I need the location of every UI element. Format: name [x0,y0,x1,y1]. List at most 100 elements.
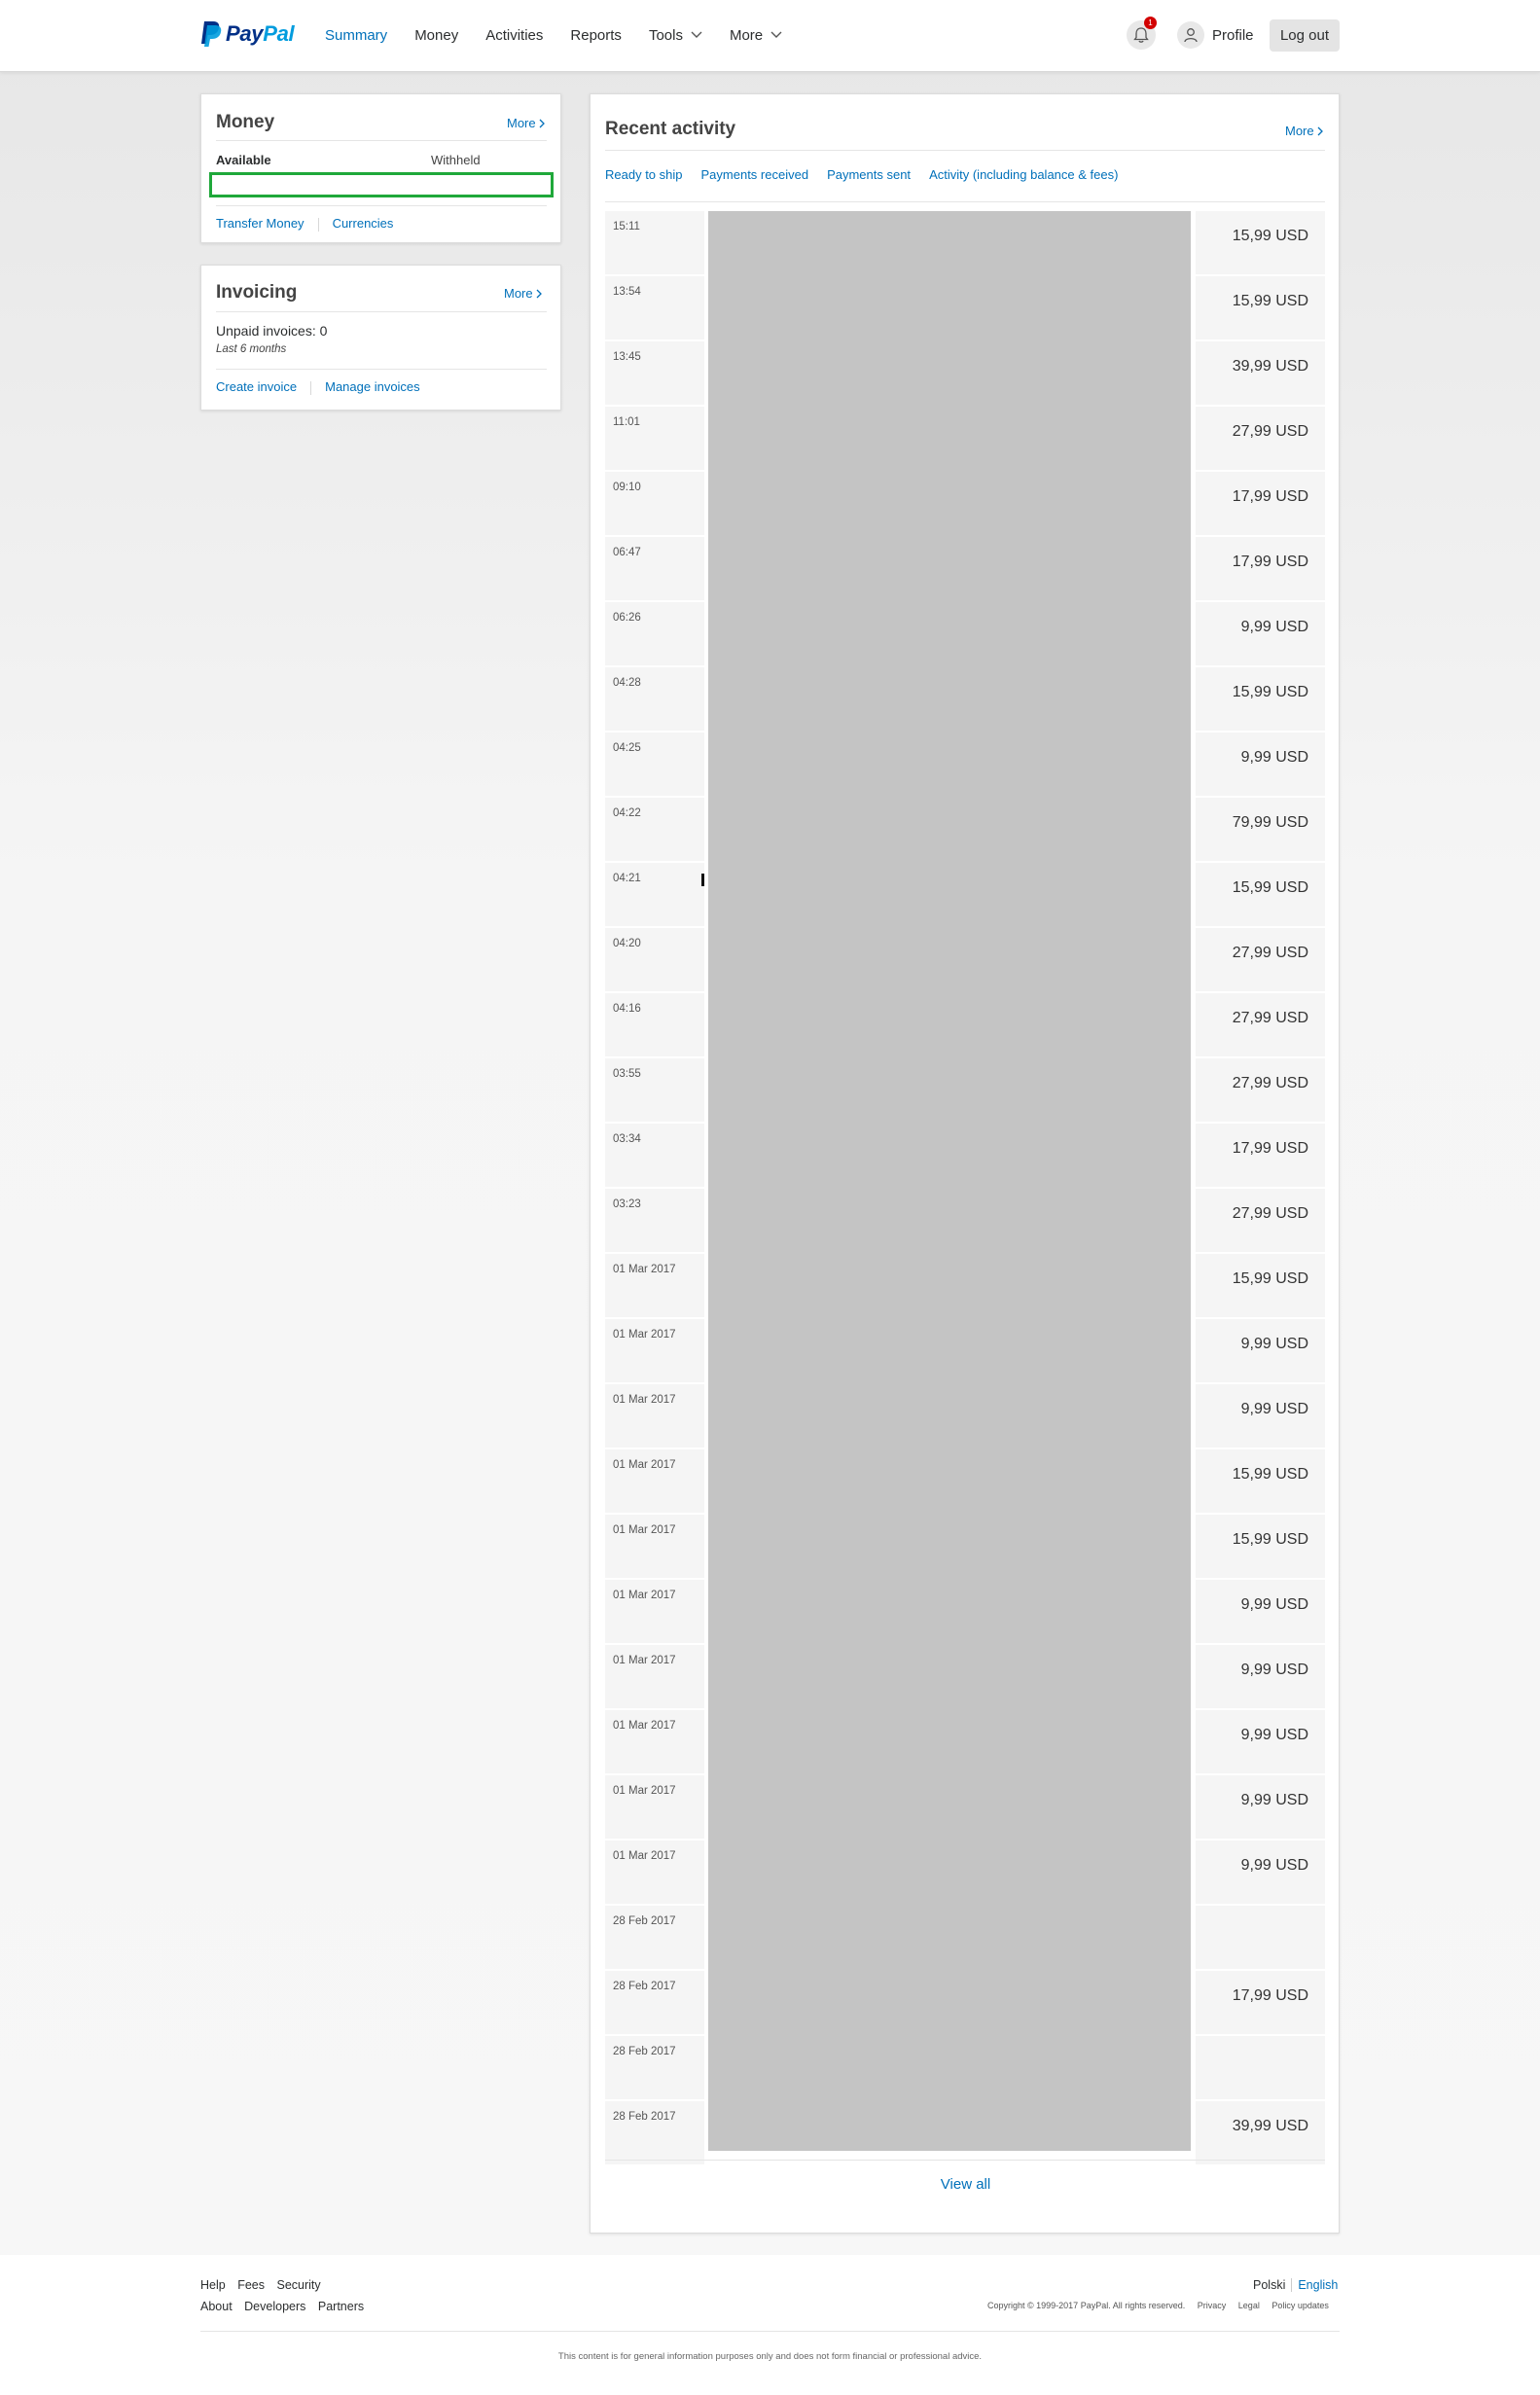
footer-developers-link[interactable]: Developers [244,2300,305,2313]
activity-date: 01 Mar 2017 [605,1580,704,1644]
activity-date: 03:55 [605,1058,704,1123]
footer-legal: Copyright © 1999-2017 PayPal. All rights… [987,2301,1339,2310]
link-separator [310,380,312,395]
activity-date: 01 Mar 2017 [605,1710,704,1774]
invoicing-more-link[interactable]: More [504,286,542,301]
profile-link[interactable]: Profile [1177,20,1254,50]
divider [216,311,547,312]
logout-button[interactable]: Log out [1270,19,1340,52]
invoicing-more-label: More [504,286,533,301]
activity-amount [1196,1906,1325,1970]
money-card: Money More Available Withheld Transfer M… [200,93,561,243]
paypal-logo[interactable]: PayPal [200,19,295,49]
chevron-right-icon [539,119,545,127]
activity-date: 04:16 [605,993,704,1057]
transfer-money-link[interactable]: Transfer Money [216,216,304,231]
notifications-button[interactable]: 1 [1127,17,1157,50]
nav-money[interactable]: Money [414,27,458,44]
chevron-down-icon [770,31,782,38]
activity-date: 03:23 [605,1189,704,1253]
activity-amount: 17,99 USD [1196,1124,1325,1188]
activity-date: 06:47 [605,537,704,601]
activity-date: 01 Mar 2017 [605,1515,704,1579]
disclaimer-text: This content is for general information … [557,2351,983,2362]
manage-invoices-link[interactable]: Manage invoices [325,379,420,394]
activity-amount: 9,99 USD [1196,1775,1325,1840]
invoicing-period: Last 6 months [216,343,287,355]
activity-date: 15:11 [605,211,704,275]
footer-help-link[interactable]: Help [200,2278,226,2292]
redacted-transaction-details [708,211,1191,2151]
chevron-right-icon [536,289,542,298]
activity-amount: 39,99 USD [1196,341,1325,406]
nav-reports[interactable]: Reports [570,27,622,44]
nav-summary[interactable]: Summary [325,27,387,44]
top-navigation-bar: PayPal Summary Money Activities Reports … [0,0,1540,72]
paypal-wordmark: PayPal [226,21,295,46]
language-polski[interactable]: Polski [1253,2278,1285,2292]
nav-more-label: More [729,26,764,44]
activity-amount: 27,99 USD [1196,928,1325,992]
nav-activities[interactable]: Activities [485,27,543,44]
divider [605,150,1325,151]
filter-activity-all[interactable]: Activity (including balance & fees) [929,167,1118,182]
language-selector: Polski English [1253,2278,1339,2292]
profile-label: Profile [1212,26,1254,44]
footer-fees-link[interactable]: Fees [237,2278,265,2292]
activity-amount: 39,99 USD [1196,2101,1325,2165]
recent-activity-card: Recent activity More Ready to ship Payme… [590,93,1340,2234]
invoicing-links: Create invoice Manage invoices [216,379,420,395]
activity-amount: 15,99 USD [1196,667,1325,732]
nav-more[interactable]: More [730,27,782,44]
divider [216,369,547,370]
divider [216,140,547,141]
currencies-link[interactable]: Currencies [333,216,394,231]
activity-amount: 27,99 USD [1196,993,1325,1057]
filter-payments-sent[interactable]: Payments sent [827,167,911,182]
activity-date: 01 Mar 2017 [605,1645,704,1709]
activity-date: 01 Mar 2017 [605,1319,704,1383]
legal-link[interactable]: Legal [1238,2301,1260,2310]
text-cursor [701,874,704,886]
nav-tools[interactable]: Tools [649,27,702,44]
notification-badge: 1 [1144,17,1157,29]
divider [605,2160,1325,2161]
activity-date: 13:54 [605,276,704,340]
activity-date: 28 Feb 2017 [605,1906,704,1970]
footer-security-link[interactable]: Security [276,2278,320,2292]
activity-date: 04:28 [605,667,704,732]
activity-amount: 9,99 USD [1196,1319,1325,1383]
divider [605,201,1325,202]
activity-date: 28 Feb 2017 [605,1971,704,2035]
activity-date: 01 Mar 2017 [605,1254,704,1318]
main-nav: Summary Money Activities Reports Tools M… [325,0,809,70]
activity-date: 11:01 [605,407,704,471]
language-english[interactable]: English [1291,2278,1339,2292]
activity-date: 01 Mar 2017 [605,1841,704,1905]
filter-ready-to-ship[interactable]: Ready to ship [605,167,683,182]
activity-more-label: More [1285,124,1314,138]
privacy-link[interactable]: Privacy [1198,2301,1227,2310]
activity-amount: 17,99 USD [1196,537,1325,601]
money-more-link[interactable]: More [507,116,545,130]
bell-icon [1133,27,1149,43]
activity-amount: 9,99 USD [1196,1841,1325,1905]
activity-more-link[interactable]: More [1285,124,1323,138]
activity-amount: 15,99 USD [1196,863,1325,927]
create-invoice-link[interactable]: Create invoice [216,379,297,394]
activity-filters: Ready to ship Payments received Payments… [605,167,1136,182]
activity-amount [1196,2036,1325,2100]
footer-partners-link[interactable]: Partners [318,2300,364,2313]
filter-payments-received[interactable]: Payments received [701,167,809,182]
view-all-link[interactable]: View all [591,2176,1341,2193]
footer-about-link[interactable]: About [200,2300,233,2313]
footer-links-secondary: About Developers Partners [200,2300,373,2313]
link-separator [317,217,319,232]
money-links: Transfer Money Currencies [216,216,393,232]
invoicing-card: Invoicing More Unpaid invoices: 0 Last 6… [200,265,561,411]
activity-amount: 79,99 USD [1196,798,1325,862]
invoicing-title: Invoicing [216,282,298,303]
policy-updates-link[interactable]: Policy updates [1271,2301,1329,2310]
activity-date: 04:20 [605,928,704,992]
available-label: Available [216,153,271,167]
